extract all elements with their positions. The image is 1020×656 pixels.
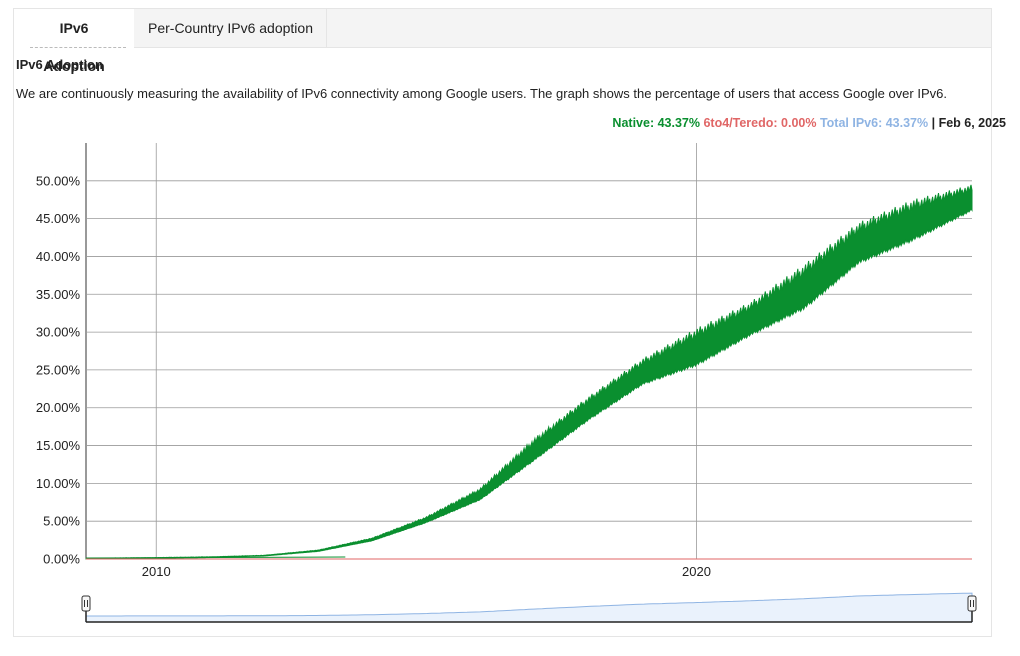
series-layer — [85, 184, 973, 560]
navigator-right-handle[interactable] — [967, 595, 977, 612]
y-tick-label: 50.00% — [36, 173, 81, 188]
range-navigator[interactable] — [81, 590, 977, 623]
x-tick-labels: 2010 2020 — [142, 564, 711, 579]
grid-layer — [85, 143, 972, 559]
x-tick-label: 2020 — [682, 564, 711, 579]
y-tick-label: 10.00% — [36, 476, 81, 491]
y-tick-label: 15.00% — [36, 438, 81, 453]
y-tick-label: 25.00% — [36, 362, 81, 377]
handle-body[interactable] — [967, 595, 977, 612]
ipv6-adoption-chart: 0.00% 5.00% 10.00% 15.00% 20.00% 25.00% 30.00%… — [36, 143, 977, 623]
handle-body[interactable] — [81, 595, 91, 612]
y-tick-label: 35.00% — [36, 287, 81, 302]
navigator-left-handle[interactable] — [81, 595, 91, 612]
y-tick-label: 40.00% — [36, 249, 81, 264]
y-tick-label: 20.00% — [36, 400, 81, 415]
series-native — [85, 184, 973, 560]
y-tick-label: 0.00% — [43, 552, 80, 567]
x-tick-label: 2010 — [142, 564, 171, 579]
y-tick-label: 30.00% — [36, 325, 81, 340]
series-native-baseline — [85, 556, 346, 559]
y-tick-labels: 0.00% 5.00% 10.00% 15.00% 20.00% 25.00% 30.00%… — [36, 173, 81, 566]
y-tick-label: 45.00% — [36, 211, 81, 226]
y-tick-label: 5.00% — [43, 514, 80, 529]
